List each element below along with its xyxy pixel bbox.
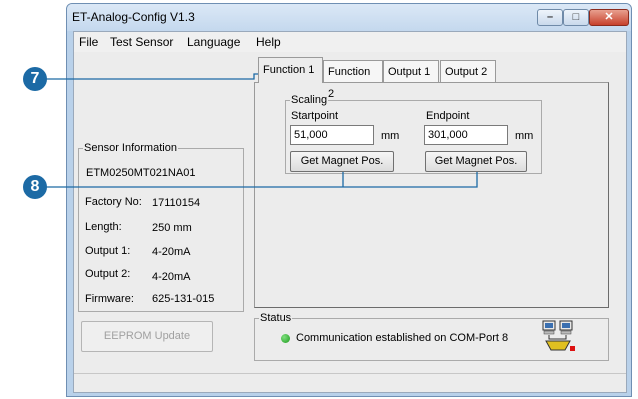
callout-8: 8: [23, 175, 47, 199]
tab-function-1[interactable]: Function 1: [258, 57, 323, 83]
callout-7: 7: [23, 67, 47, 91]
